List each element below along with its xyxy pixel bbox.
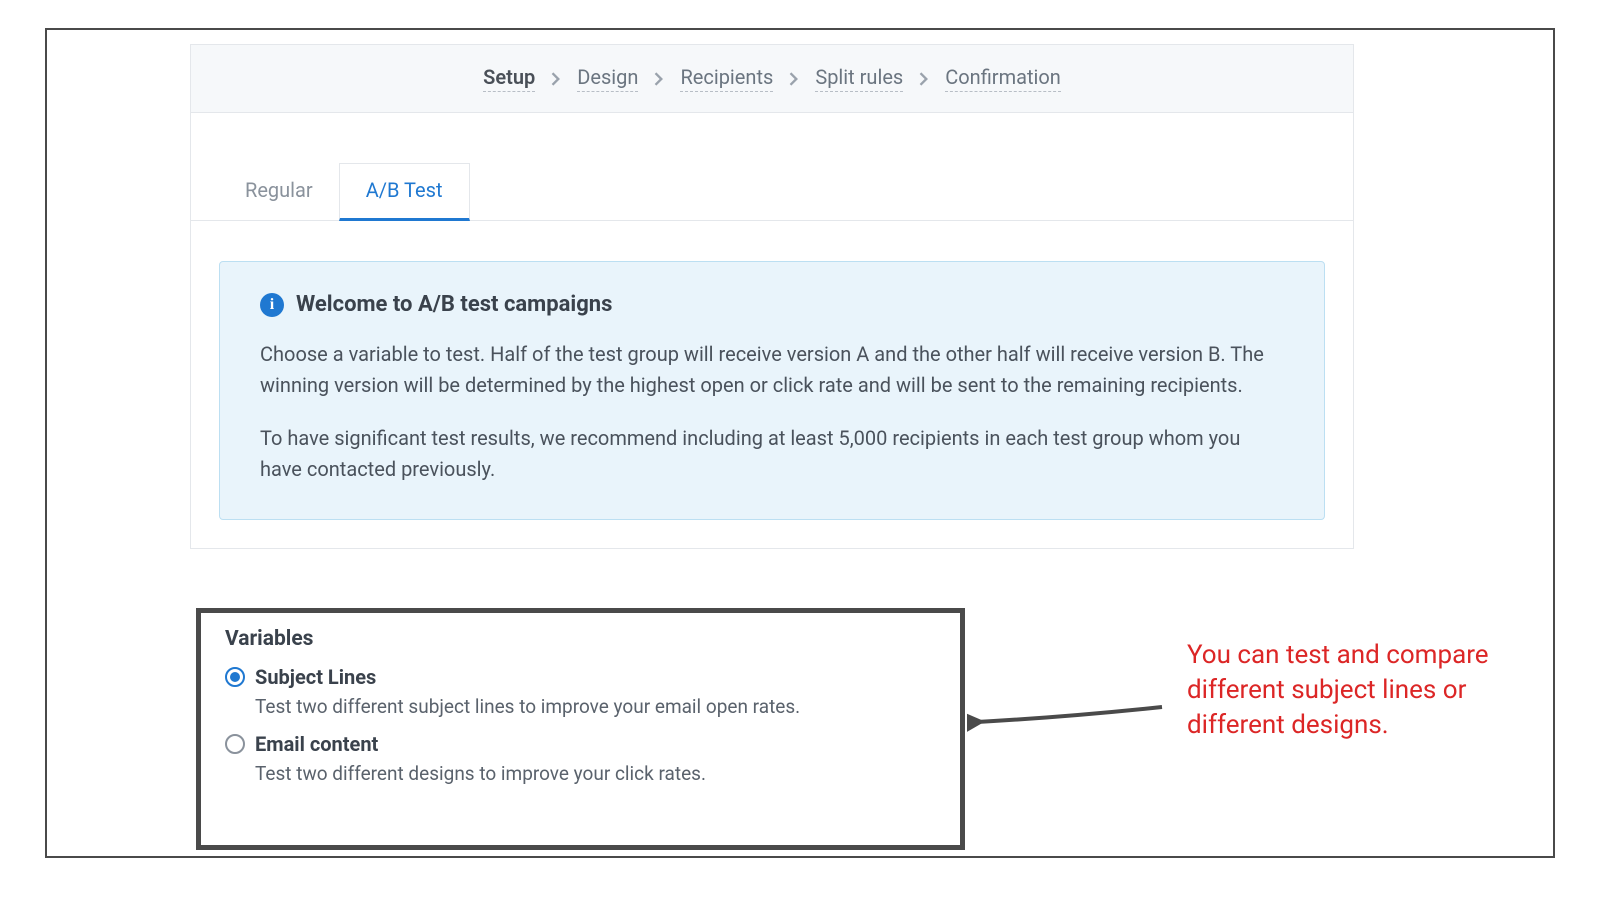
- callout-body: Choose a variable to test. Half of the t…: [260, 339, 1284, 485]
- chevron-right-icon: [551, 72, 561, 86]
- step-recipients[interactable]: Recipients: [680, 65, 773, 92]
- tab-regular[interactable]: Regular: [219, 164, 339, 221]
- variable-option-subject-lines[interactable]: Subject Lines Test two different subject…: [225, 665, 936, 718]
- variable-option-description: Test two different subject lines to impr…: [255, 695, 936, 718]
- annotation-text: You can test and compare different subje…: [1187, 638, 1507, 743]
- screenshot-frame: Setup Design Recipients Split rules Conf…: [45, 28, 1555, 858]
- callout-paragraph: To have significant test results, we rec…: [260, 423, 1284, 485]
- chevron-right-icon: [789, 72, 799, 86]
- callout-title: Welcome to A/B test campaigns: [296, 292, 612, 317]
- tab-ab-test[interactable]: A/B Test: [339, 163, 470, 221]
- chevron-right-icon: [654, 72, 664, 86]
- variable-option-label: Email content: [255, 732, 378, 756]
- step-setup[interactable]: Setup: [483, 65, 535, 92]
- variable-option-description: Test two different designs to improve yo…: [255, 762, 936, 785]
- callout-paragraph: Choose a variable to test. Half of the t…: [260, 339, 1284, 401]
- wizard-steps: Setup Design Recipients Split rules Conf…: [191, 45, 1353, 113]
- campaign-type-tabs: Regular A/B Test: [191, 113, 1353, 221]
- chevron-right-icon: [919, 72, 929, 86]
- radio-selected-icon[interactable]: [225, 667, 245, 687]
- annotation-arrow-icon: [967, 702, 1167, 742]
- variable-option-email-content[interactable]: Email content Test two different designs…: [225, 732, 936, 785]
- step-confirmation[interactable]: Confirmation: [945, 65, 1061, 92]
- radio-unselected-icon[interactable]: [225, 734, 245, 754]
- info-icon: i: [260, 293, 284, 317]
- variables-heading: Variables: [225, 627, 936, 651]
- step-design[interactable]: Design: [577, 65, 638, 92]
- step-split-rules[interactable]: Split rules: [815, 65, 903, 92]
- variable-option-label: Subject Lines: [255, 665, 376, 689]
- app-panel: Setup Design Recipients Split rules Conf…: [190, 44, 1354, 549]
- info-callout: i Welcome to A/B test campaigns Choose a…: [219, 261, 1325, 520]
- variables-section-highlight: Variables Subject Lines Test two differe…: [196, 608, 965, 850]
